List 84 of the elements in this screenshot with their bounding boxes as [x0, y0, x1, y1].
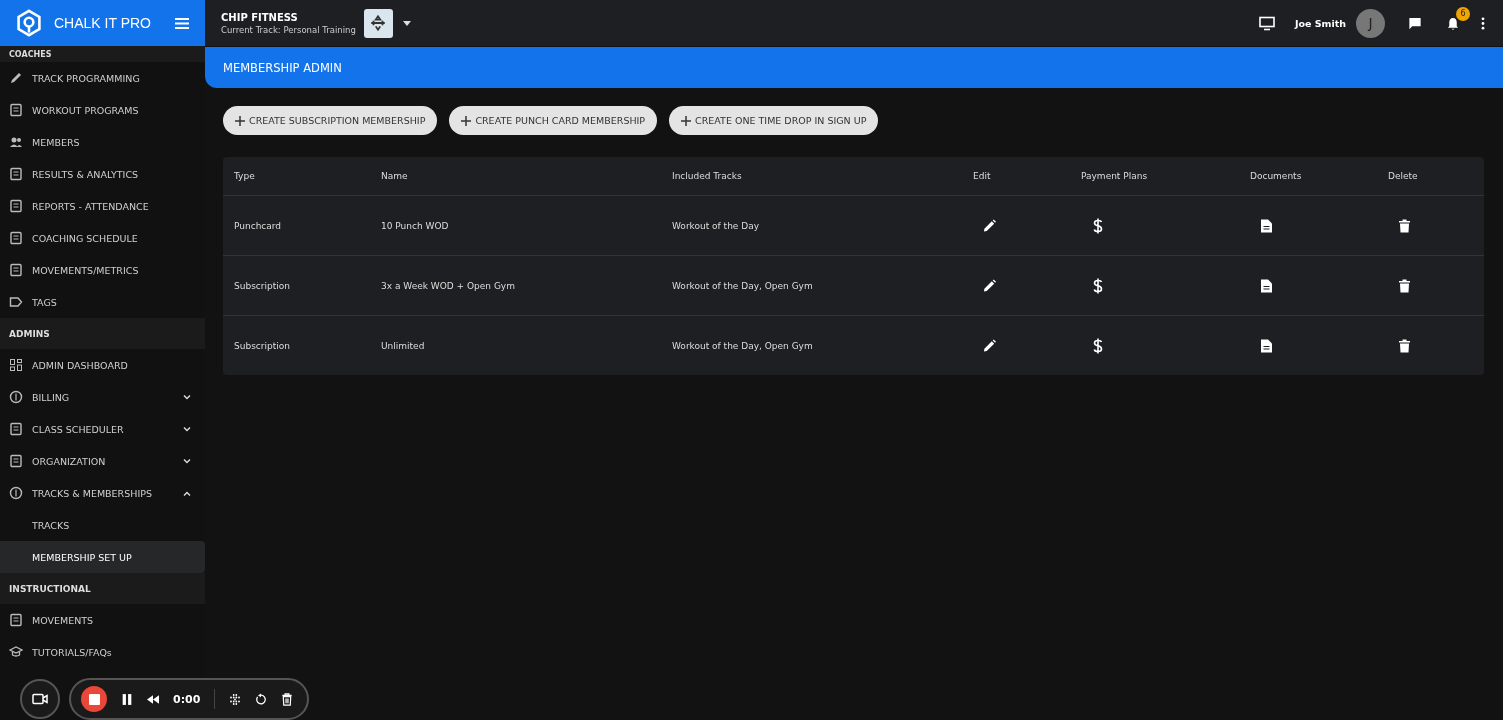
gym-logo-button[interactable] — [363, 8, 393, 38]
table-cell-text: 3x a Week WOD + Open Gym — [381, 280, 516, 291]
monitor-icon[interactable] — [1258, 15, 1275, 31]
doc-icon — [9, 199, 23, 213]
column-header: Edit — [973, 171, 992, 181]
sidebar-item[interactable]: MEMBERS — [0, 126, 205, 158]
cap-icon — [9, 645, 23, 659]
plus-icon — [681, 115, 692, 126]
sidebar-item[interactable]: TRACK PROGRAMMING — [0, 62, 205, 94]
create-button[interactable]: CREATE ONE TIME DROP IN SIGN UP — [669, 106, 879, 135]
table-cell-text: Punchcard — [234, 220, 283, 231]
bell-icon[interactable] — [1445, 15, 1461, 31]
table-cell-text: Subscription — [234, 340, 291, 351]
gym-name: CHIP FITNESS — [221, 11, 299, 23]
chevron-down-icon[interactable] — [183, 426, 191, 432]
chevron-up-icon[interactable] — [183, 490, 191, 496]
delete-icon[interactable] — [1398, 338, 1411, 353]
plus-icon — [461, 115, 472, 126]
chevron-down-icon[interactable] — [183, 458, 191, 464]
delete-icon[interactable] — [281, 692, 294, 706]
dots-grid-icon[interactable] — [229, 692, 242, 706]
document-icon[interactable] — [1260, 338, 1273, 353]
column-header: Type — [234, 171, 256, 181]
emblem-icon — [369, 14, 388, 32]
table-cell-text: Subscription — [234, 280, 291, 291]
sidebar-subitem[interactable]: TRACKS — [0, 509, 205, 541]
video-camera-icon — [32, 693, 48, 705]
grid-icon — [9, 358, 23, 372]
document-icon[interactable] — [1260, 218, 1273, 233]
column-header: Delete — [1388, 171, 1419, 181]
column-header: Documents — [1250, 171, 1303, 181]
table-cell-text: Workout of the Day, Open Gym — [672, 340, 814, 351]
delete-icon[interactable] — [1398, 278, 1411, 293]
section-header: COACHES — [0, 46, 205, 62]
menu-icon[interactable] — [175, 17, 189, 29]
section-header: ADMINS — [0, 318, 205, 349]
sidebar-item[interactable]: ORGANIZATION — [0, 445, 205, 477]
people-icon — [9, 135, 23, 149]
sidebar-item[interactable]: REPORTS - ATTENDANCE — [0, 190, 205, 222]
sidebar-item[interactable]: RESULTS & ANALYTICS — [0, 158, 205, 190]
table-cell-text: 10 Punch WOD — [381, 220, 450, 231]
column-header: Payment Plans — [1081, 171, 1149, 181]
notification-badge: 6 — [1456, 6, 1470, 21]
page-title: MEMBERSHIP ADMIN — [223, 60, 342, 75]
logo-icon — [16, 9, 42, 37]
edit-icon[interactable] — [983, 338, 996, 353]
sidebar-item[interactable]: TUTORIALS/FAQs — [0, 636, 205, 668]
edit-icon[interactable] — [983, 218, 996, 233]
recording-time: 0:00 — [173, 692, 201, 706]
tag-icon — [9, 295, 23, 309]
chevron-down-icon[interactable] — [183, 394, 191, 400]
edit-icon[interactable] — [983, 278, 996, 293]
sidebar-item[interactable]: CLASS SCHEDULER — [0, 413, 205, 445]
create-button[interactable]: CREATE SUBSCRIPTION MEMBERSHIP — [223, 106, 438, 135]
sidebar-item[interactable]: COACHING SCHEDULE — [0, 222, 205, 254]
chat-icon[interactable] — [1407, 15, 1423, 31]
reset-icon[interactable] — [255, 692, 268, 706]
sidebar-item[interactable]: MOVEMENTS — [0, 604, 205, 636]
section-header: INSTRUCTIONAL — [0, 573, 205, 604]
column-header: Name — [381, 171, 409, 181]
sidebar-item[interactable]: TRACKS & MEMBERSHIPS — [0, 477, 205, 509]
sidebar-item[interactable]: WORKOUT PROGRAMS — [0, 94, 205, 126]
current-track: Current Track: Personal Training — [221, 24, 356, 35]
table-cell-text: Unlimited — [381, 340, 426, 351]
user-name: Joe Smith — [1294, 17, 1346, 29]
table-cell-text: Workout of the Day — [672, 220, 760, 231]
pause-icon[interactable] — [121, 692, 133, 706]
table-cell-text: Workout of the Day, Open Gym — [672, 280, 814, 291]
user-avatar[interactable]: J — [1356, 8, 1385, 38]
document-icon[interactable] — [1260, 278, 1273, 293]
pencil-icon — [9, 71, 23, 85]
stop-button[interactable] — [81, 686, 107, 712]
sidebar-item[interactable]: BILLING — [0, 381, 205, 413]
app-name: CHALK IT PRO — [54, 15, 152, 31]
sidebar-item[interactable]: TAGS — [0, 286, 205, 318]
sidebar-item[interactable]: MOVEMENTS/METRICS — [0, 254, 205, 286]
caret-icon[interactable] — [402, 20, 411, 26]
sidebar-item[interactable]: ADMIN DASHBOARD — [0, 349, 205, 381]
delete-icon[interactable] — [1398, 218, 1411, 233]
column-header: Included Tracks — [672, 171, 743, 181]
sidebar-subitem[interactable]: MEMBERSHIP SET UP — [0, 541, 205, 573]
more-icon[interactable] — [1481, 16, 1485, 30]
create-button[interactable]: CREATE PUNCH CARD MEMBERSHIP — [449, 106, 658, 135]
plus-icon — [235, 115, 245, 126]
